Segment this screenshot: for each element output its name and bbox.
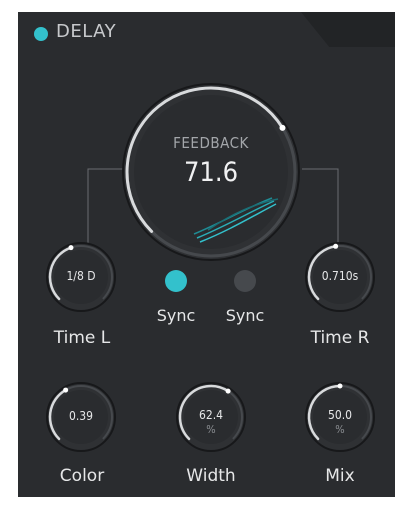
width-unit: %	[206, 423, 216, 436]
width-label: Width	[186, 466, 236, 486]
feedback-value: 71.6	[183, 157, 239, 188]
width-value: 62.4	[198, 408, 224, 422]
mix-unit: %	[335, 423, 345, 436]
time-l-value: 1/8 D	[66, 269, 96, 283]
color-value: 0.39	[68, 409, 94, 423]
connector-line-left	[87, 168, 127, 244]
delay-panel: DELAY FEEDBACK 71.6 1/8 D Time L 0.710s …	[18, 12, 395, 497]
time-r-label: Time R	[310, 328, 370, 348]
connector-line-right	[302, 168, 339, 244]
mix-label: Mix	[325, 466, 355, 486]
sync-right-toggle[interactable]	[234, 270, 256, 292]
time-r-value: 0.710s	[321, 269, 359, 283]
feedback-label: FEEDBACK	[173, 134, 249, 152]
mix-value: 50.0	[327, 408, 353, 422]
sync-left-label: Sync	[156, 306, 196, 325]
sync-right-label: Sync	[225, 306, 265, 325]
sync-left-toggle[interactable]	[165, 270, 187, 292]
time-l-label: Time L	[53, 328, 111, 348]
color-label: Color	[59, 466, 105, 486]
